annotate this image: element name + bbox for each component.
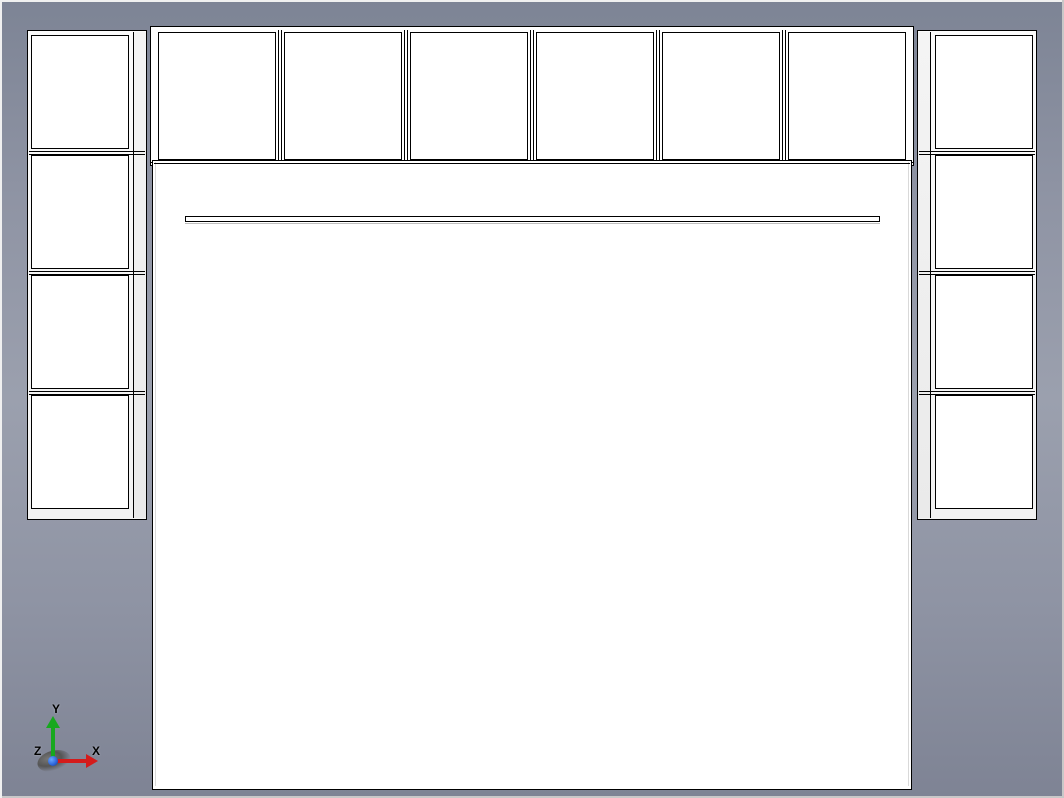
front-panel-right-seam xyxy=(908,162,909,786)
top-cubby-div-b-1 xyxy=(281,30,282,164)
handle-bar xyxy=(185,216,880,222)
y-axis-label: Y xyxy=(52,702,60,716)
top-cubby-div-a-2 xyxy=(404,30,405,164)
handle-bar-shadow xyxy=(185,223,880,224)
left-shelf-side-face xyxy=(133,32,147,518)
y-axis-arrow xyxy=(46,716,60,728)
cad-viewport[interactable]: X Y Z xyxy=(0,0,1064,798)
top-cubby-3 xyxy=(536,32,654,160)
top-cubby-div-b-2 xyxy=(407,30,408,164)
front-panel-left-seam xyxy=(155,162,156,786)
z-axis-dot xyxy=(48,756,58,766)
right-shelf-divider2-2 xyxy=(919,274,1035,275)
top-cubby-div-b-4 xyxy=(659,30,660,164)
left-shelf-opening-3 xyxy=(31,395,129,509)
top-cubby-0 xyxy=(158,32,276,160)
top-cubby-div-b-3 xyxy=(533,30,534,164)
right-shelf-divider-1 xyxy=(919,151,1035,152)
axis-triad[interactable]: X Y Z xyxy=(30,710,100,780)
left-shelf-divider2-2 xyxy=(29,274,145,275)
left-shelf-divider-2 xyxy=(29,271,145,272)
right-shelf-divider-3 xyxy=(919,391,1035,392)
top-cubby-div-a-4 xyxy=(656,30,657,164)
right-shelf-divider2-1 xyxy=(919,154,1035,155)
window-frame-top xyxy=(0,0,1064,2)
left-shelf-divider-1 xyxy=(29,151,145,152)
top-cubby-1 xyxy=(284,32,402,160)
left-shelf-divider-3 xyxy=(29,391,145,392)
top-cubby-div-b-5 xyxy=(785,30,786,164)
front-panel xyxy=(152,160,912,790)
window-frame-left xyxy=(0,0,2,798)
left-shelf-opening-2 xyxy=(31,275,129,389)
right-shelf-opening-3 xyxy=(935,395,1033,509)
left-shelf-opening-0 xyxy=(31,35,129,149)
right-shelf-opening-1 xyxy=(935,155,1033,269)
front-panel-top-inner xyxy=(154,163,910,164)
top-cubby-2 xyxy=(410,32,528,160)
left-shelf-opening-1 xyxy=(31,155,129,269)
left-shelf-divider2-3 xyxy=(29,394,145,395)
top-cubby-div-a-5 xyxy=(782,30,783,164)
top-cubby-5 xyxy=(788,32,906,160)
top-cubby-div-a-3 xyxy=(530,30,531,164)
right-shelf-divider-2 xyxy=(919,271,1035,272)
left-shelf-divider2-1 xyxy=(29,154,145,155)
right-shelf-opening-2 xyxy=(935,275,1033,389)
x-axis-label: X xyxy=(92,744,100,758)
right-shelf-opening-0 xyxy=(935,35,1033,149)
top-cubby-div-a-1 xyxy=(278,30,279,164)
y-axis-line xyxy=(51,726,55,760)
top-cubby-4 xyxy=(662,32,780,160)
x-axis-line xyxy=(54,759,88,763)
right-shelf-side-face xyxy=(917,32,931,518)
z-axis-label: Z xyxy=(34,744,41,758)
right-shelf-divider2-3 xyxy=(919,394,1035,395)
